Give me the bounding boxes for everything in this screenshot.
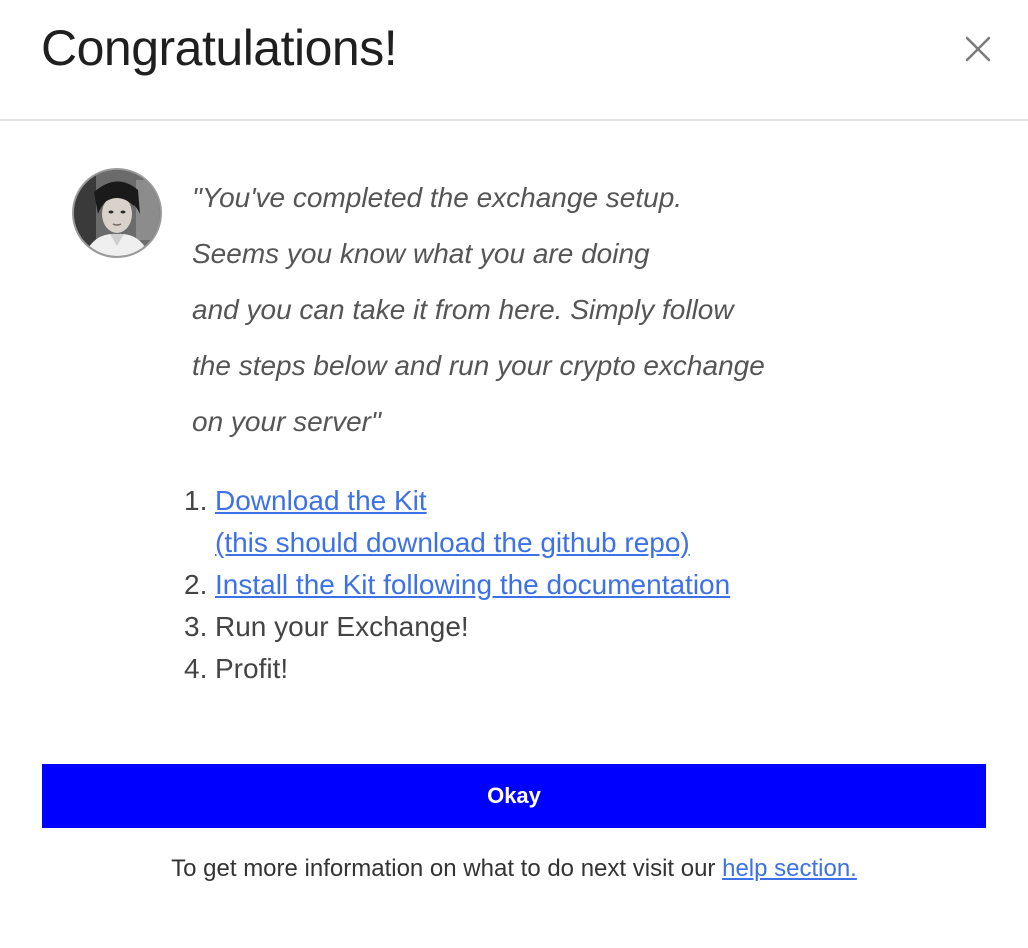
step-text: Profit! bbox=[215, 653, 289, 684]
dialog-title: Congratulations! bbox=[41, 20, 398, 76]
user-photo-icon bbox=[74, 170, 160, 256]
install-documentation-link[interactable]: Install the Kit following the documentat… bbox=[215, 569, 730, 600]
quote-text: "You've completed the exchange setup. Se… bbox=[192, 170, 832, 450]
congratulations-dialog: Congratulations! "You've completed the e… bbox=[0, 0, 1028, 948]
dialog-header: Congratulations! bbox=[0, 0, 1028, 121]
quote-line: and you can take it from here. Simply fo… bbox=[192, 294, 734, 325]
step-item-2: 2. Install the Kit following the documen… bbox=[184, 564, 884, 606]
step-text: Run your Exchange! bbox=[215, 611, 469, 642]
quote-line: the steps below and run your crypto exch… bbox=[192, 350, 765, 381]
download-kit-link-subtext[interactable]: (this should download the github repo) bbox=[215, 522, 884, 564]
step-number: 3. bbox=[184, 611, 208, 642]
quote-line: on your server" bbox=[192, 406, 381, 437]
okay-button[interactable]: Okay bbox=[42, 764, 986, 828]
help-section-link[interactable]: help section. bbox=[722, 855, 857, 882]
step-item-1: 1. Download the Kit (this should downloa… bbox=[184, 480, 884, 564]
quote-line: "You've completed the exchange setup. bbox=[192, 182, 683, 213]
step-item-4: 4. Profit! bbox=[184, 648, 884, 690]
steps-list: 1. Download the Kit (this should downloa… bbox=[184, 480, 884, 690]
footer-text: To get more information on what to do ne… bbox=[171, 855, 723, 882]
download-kit-link[interactable]: Download the Kit bbox=[215, 480, 884, 522]
step-item-3: 3. Run your Exchange! bbox=[184, 606, 884, 648]
quote-line: Seems you know what you are doing bbox=[192, 238, 650, 269]
step-number: 4. bbox=[184, 653, 208, 684]
close-icon[interactable] bbox=[960, 31, 996, 67]
avatar bbox=[72, 168, 162, 258]
footer-help-text: To get more information on what to do ne… bbox=[0, 848, 1028, 890]
step-number: 2. bbox=[184, 569, 208, 600]
step-number: 1. bbox=[184, 485, 208, 516]
